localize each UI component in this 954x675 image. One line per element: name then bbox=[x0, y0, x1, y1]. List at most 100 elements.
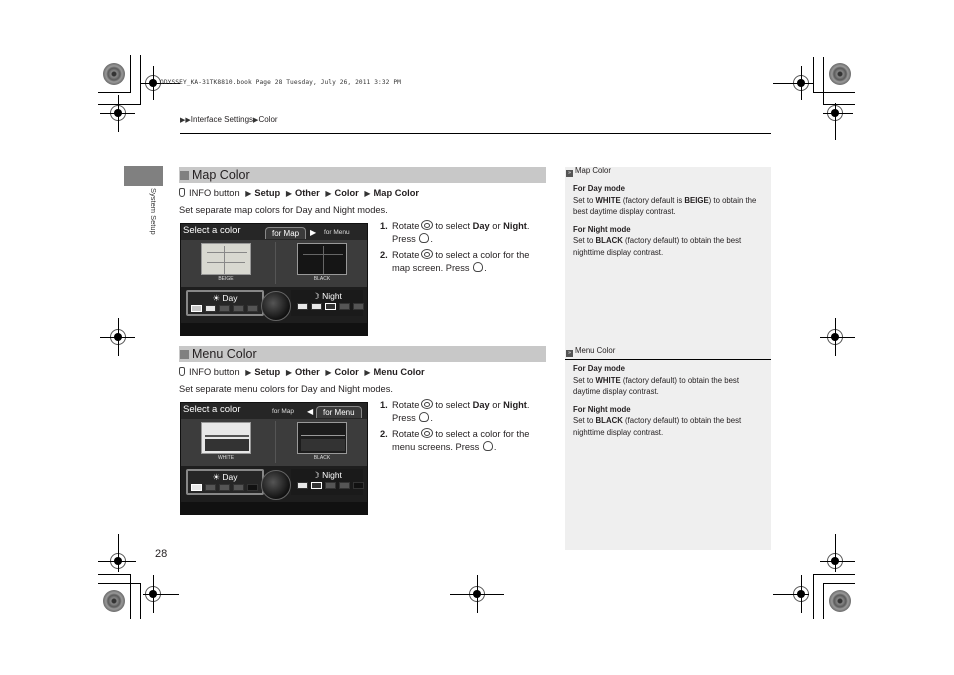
cross-reference-icon: » bbox=[566, 170, 573, 177]
step-text: to select bbox=[435, 400, 471, 410]
thumb-label: BEIGE bbox=[218, 276, 234, 282]
thumb-label: WHITE bbox=[217, 455, 235, 461]
step-item: 2. Rotate to select a color for the menu … bbox=[380, 428, 530, 452]
step-number: 1. bbox=[380, 400, 388, 410]
map-thumb-black bbox=[297, 243, 347, 275]
step-text: Rotate bbox=[392, 429, 420, 439]
step-option: Night bbox=[503, 400, 527, 410]
section-heading-menu-color: Menu Color bbox=[179, 346, 546, 362]
path-arrow-icon: ▶ bbox=[364, 368, 371, 377]
step-option: Day bbox=[472, 221, 490, 231]
path-arrow-icon: ▶ bbox=[325, 189, 332, 198]
selector-knob-icon bbox=[261, 470, 291, 500]
step-number: 2. bbox=[380, 250, 388, 260]
day-label: Day bbox=[222, 472, 238, 482]
tab-arrow-icon: ◀ bbox=[307, 407, 314, 416]
path-arrow-icon: ▶ bbox=[364, 189, 371, 198]
note-value: BLACK bbox=[595, 416, 623, 425]
note-subtitle: For Day mode bbox=[573, 184, 625, 193]
thumb-label: BLACK bbox=[313, 276, 331, 282]
section-description: Set separate map colors for Day and Nigh… bbox=[179, 205, 388, 215]
moon-icon: ☽ bbox=[312, 291, 323, 301]
header-rule bbox=[180, 133, 771, 134]
thumb-label: BLACK bbox=[313, 455, 331, 461]
note-value: WHITE bbox=[595, 375, 621, 385]
section-heading-map-color: Map Color bbox=[179, 167, 546, 183]
note-heading-link[interactable]: Map Color bbox=[575, 166, 611, 175]
note-text: Set to bbox=[573, 195, 594, 205]
section-title: Map Color bbox=[192, 168, 250, 182]
press-dial-icon bbox=[482, 441, 493, 451]
press-dial-icon bbox=[419, 233, 430, 243]
section-description: Set separate menu colors for Day and Nig… bbox=[179, 384, 393, 394]
step-text: to select bbox=[435, 221, 471, 231]
note-subtitle: For Night mode bbox=[573, 224, 631, 234]
step-text: or bbox=[492, 221, 501, 231]
note-value: BLACK bbox=[595, 236, 623, 245]
path-item: Setup bbox=[254, 188, 281, 198]
step-text: Press bbox=[392, 413, 416, 423]
note-body-map-color: For Day mode Set to WHITE (factory defau… bbox=[573, 183, 768, 264]
chapter-label: System Setup bbox=[149, 188, 158, 235]
tab-for-map: for Map bbox=[272, 408, 295, 415]
registration-disc-icon bbox=[829, 590, 851, 612]
note-text: Set to bbox=[573, 416, 594, 425]
note-heading: » Menu Color bbox=[566, 346, 615, 357]
note-value: WHITE bbox=[595, 195, 621, 205]
path-item: Other bbox=[294, 367, 320, 377]
screen-title: Select a color bbox=[183, 225, 241, 236]
registration-disc-icon bbox=[103, 590, 125, 612]
path-item: Setup bbox=[254, 367, 281, 377]
rotate-dial-icon bbox=[421, 399, 434, 409]
rotate-dial-icon bbox=[421, 220, 434, 230]
step-number: 2. bbox=[380, 429, 388, 439]
chapter-tab bbox=[124, 166, 163, 186]
moon-icon: ☽ bbox=[312, 470, 323, 480]
tab-for-map: for Map bbox=[265, 227, 307, 239]
press-dial-icon bbox=[419, 412, 430, 422]
note-subtitle: For Day mode bbox=[573, 364, 625, 373]
path-arrow-icon: ▶ bbox=[245, 368, 252, 377]
menu-thumb-black bbox=[297, 422, 347, 454]
note-text: Set to bbox=[573, 236, 594, 245]
path-arrow-icon: ▶ bbox=[245, 189, 252, 198]
note-text: Set to bbox=[573, 375, 594, 385]
path-arrow-icon: ▶ bbox=[285, 189, 292, 198]
steps-list: 1. Rotate to select Day or Night. Press .… bbox=[380, 220, 550, 278]
rotate-dial-icon bbox=[421, 249, 434, 259]
section-square-icon bbox=[180, 350, 189, 359]
step-text: or bbox=[492, 400, 501, 410]
breadcrumb-item[interactable]: Interface Settings bbox=[191, 115, 253, 124]
registration-disc-icon bbox=[103, 63, 125, 85]
section-title: Menu Color bbox=[192, 347, 257, 361]
note-text: (factory default is bbox=[622, 195, 683, 205]
note-rule bbox=[565, 359, 771, 360]
menu-path: INFO button ▶ Setup ▶ Other ▶ Color ▶ Menu C… bbox=[179, 367, 425, 377]
step-text: Rotate bbox=[392, 221, 420, 231]
steps-list: 1. Rotate to select Day or Night. Press .… bbox=[380, 399, 550, 457]
path-item: Color bbox=[334, 367, 359, 377]
map-thumb-beige bbox=[201, 243, 251, 275]
selector-knob-icon bbox=[261, 291, 291, 321]
note-heading-link[interactable]: Menu Color bbox=[575, 346, 615, 355]
step-item: 2. Rotate to select a color for the map s… bbox=[380, 249, 530, 273]
note-heading: » Map Color bbox=[566, 166, 611, 177]
path-arrow-icon: ▶ bbox=[325, 368, 332, 377]
interface-dial-icon bbox=[179, 367, 185, 376]
step-text: Rotate bbox=[392, 400, 420, 410]
breadcrumb-item[interactable]: Color bbox=[258, 115, 277, 124]
night-mode-panel: ☽ Night bbox=[291, 290, 364, 316]
map-color-screenshot: Select a color for Map ▶ for Menu BEIGE … bbox=[180, 223, 368, 336]
breadcrumb: ▶▶Interface Settings▶Color bbox=[180, 115, 278, 124]
note-value: BEIGE bbox=[684, 195, 709, 205]
path-item: Color bbox=[334, 188, 359, 198]
interface-dial-icon bbox=[179, 188, 185, 197]
tab-arrow-icon: ▶ bbox=[310, 228, 317, 237]
section-square-icon bbox=[180, 171, 189, 180]
night-label: Night bbox=[322, 291, 342, 301]
cross-reference-icon: » bbox=[566, 350, 573, 357]
step-text: Rotate bbox=[392, 250, 420, 260]
night-mode-panel: ☽ Night bbox=[291, 469, 364, 495]
press-dial-icon bbox=[473, 262, 484, 272]
sun-icon: ☀ bbox=[212, 472, 223, 482]
